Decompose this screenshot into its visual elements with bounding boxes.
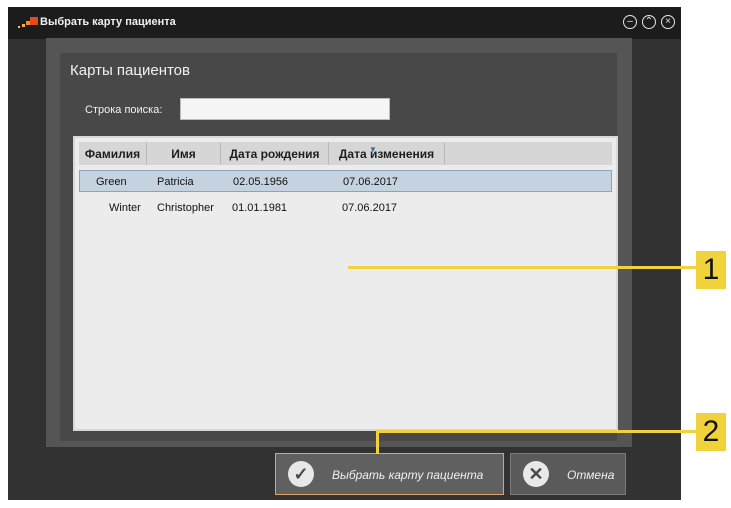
table-row[interactable]: Green Patricia 02.05.1956 07.06.2017 — [79, 170, 612, 192]
column-header-last-name[interactable]: Фамилия — [79, 142, 147, 165]
cell-modified: 07.06.2017 — [343, 176, 399, 188]
callout-badge-1: 1 — [696, 251, 726, 289]
cell-birth-date: 01.01.1981 — [232, 202, 288, 214]
column-header-modified[interactable]: ▼ Дата изменения — [329, 142, 445, 165]
sort-descending-icon: ▼ — [369, 145, 377, 154]
cancel-label: Отмена — [567, 468, 615, 482]
column-header-birth-date[interactable]: Дата рождения — [221, 142, 329, 165]
search-input[interactable] — [180, 98, 390, 120]
cell-last-name: Green — [96, 176, 127, 188]
cancel-button[interactable]: ✕ Отмена — [510, 453, 626, 495]
cell-last-name: Winter — [109, 202, 141, 214]
minimize-icon[interactable]: – — [623, 15, 637, 29]
close-icon[interactable]: × — [661, 15, 675, 29]
cell-first-name: Patricia — [157, 176, 194, 188]
column-header-first-name[interactable]: Имя — [147, 142, 221, 165]
title-bar: Выбрать карту пациента – ⌃ × — [8, 7, 681, 39]
search-label: Строка поиска: — [85, 104, 163, 116]
table-header: Фамилия Имя Дата рождения ▼ Дата изменен… — [79, 142, 612, 165]
checkmark-icon: ✓ — [288, 461, 314, 487]
callout-line-2 — [376, 430, 696, 433]
cell-birth-date: 02.05.1956 — [233, 176, 289, 188]
select-patient-button[interactable]: ✓ Выбрать карту пациента — [275, 453, 504, 495]
app-logo-icon — [18, 17, 38, 28]
callout-line-1 — [348, 266, 696, 269]
callout-line-2-vertical — [376, 430, 379, 454]
maximize-icon[interactable]: ⌃ — [642, 15, 656, 29]
cell-first-name: Christopher — [157, 202, 214, 214]
callout-badge-2: 2 — [696, 413, 726, 451]
table-row[interactable]: Winter Christopher 01.01.1981 07.06.2017 — [79, 197, 612, 219]
select-patient-label: Выбрать карту пациента — [332, 468, 484, 482]
panel-title: Карты пациентов — [70, 62, 190, 79]
cancel-x-icon: ✕ — [523, 461, 549, 487]
cell-modified: 07.06.2017 — [342, 202, 398, 214]
window-title: Выбрать карту пациента — [40, 16, 176, 28]
